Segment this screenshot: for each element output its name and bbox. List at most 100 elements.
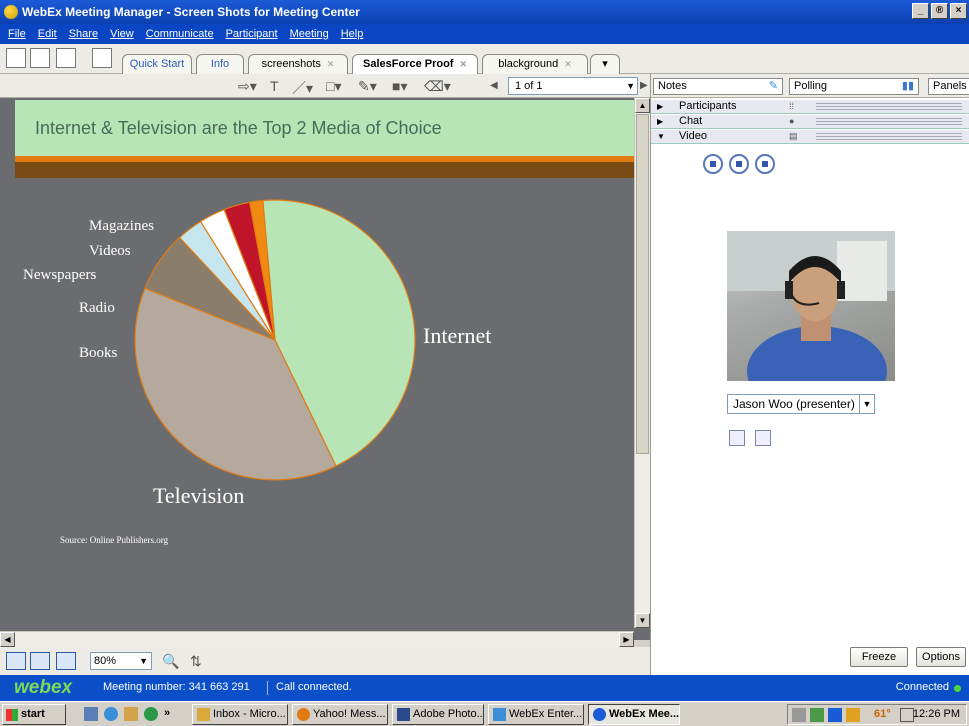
menu-share[interactable]: Share xyxy=(69,28,98,40)
notes-label: Notes xyxy=(658,80,687,92)
tab-screenshots[interactable]: screenshots ✕ xyxy=(248,54,348,74)
media-player-icon[interactable] xyxy=(144,707,158,721)
messenger-tray-icon[interactable] xyxy=(846,708,860,722)
taskbar-item-webex-enterprise[interactable]: WebEx Enter... xyxy=(488,704,584,725)
video-pause-icon[interactable] xyxy=(729,154,749,174)
tab-quick-start[interactable]: Quick Start xyxy=(122,54,192,74)
rectangle-tool-icon[interactable]: □▾ xyxy=(326,78,341,95)
new-document-icon[interactable] xyxy=(6,48,26,68)
next-page-icon[interactable]: ▶ xyxy=(640,80,648,91)
pop-out-video-icon[interactable] xyxy=(755,430,771,446)
menu-help[interactable]: Help xyxy=(341,28,364,40)
tab-label: blackground xyxy=(498,58,559,70)
expand-icon: ▶ xyxy=(657,117,664,126)
panel-row-participants[interactable]: ▶ Participants ⁞⁞ xyxy=(651,100,969,114)
panel-row-video[interactable]: ▼ Video ▤ xyxy=(651,130,969,144)
panels-menu[interactable]: Panels xyxy=(928,78,969,95)
split-view-icon[interactable] xyxy=(56,652,76,670)
options-button[interactable]: Options xyxy=(916,647,966,667)
tab-info[interactable]: Info xyxy=(196,54,244,74)
menu-edit[interactable]: Edit xyxy=(38,28,57,40)
tab-blackground[interactable]: blackground ✕ xyxy=(482,54,588,74)
outlook-icon xyxy=(197,708,210,721)
polling-button[interactable]: Polling ▮▮ xyxy=(789,78,919,95)
status-divider xyxy=(267,681,268,695)
meeting-number: Meeting number: 341 663 291 xyxy=(103,681,250,693)
mail-icon[interactable] xyxy=(900,708,914,722)
taskbar-item-yahoo-messenger[interactable]: Yahoo! Mess... xyxy=(292,704,388,725)
eraser-icon[interactable]: ⌫▾ xyxy=(424,78,451,95)
taskbar-item-webex-meeting[interactable]: WebEx Mee... xyxy=(588,704,680,725)
full-view-icon[interactable] xyxy=(6,652,26,670)
document-toolbar: Quick Start Info screenshots ✕ SalesForce… xyxy=(0,44,969,74)
zoom-icon[interactable]: 🔍 xyxy=(162,653,179,670)
window-controls: _ ® × xyxy=(912,3,967,19)
horizontal-scrollbar[interactable]: ◀ ▶ xyxy=(0,631,634,647)
pointer-icon[interactable]: ⇨▾ xyxy=(238,78,257,95)
new-whiteboard-icon[interactable] xyxy=(30,48,50,68)
chevron-down-icon: ▾ xyxy=(602,58,608,70)
vertical-scrollbar[interactable]: ▲ ▼ xyxy=(634,98,650,628)
outlook-icon[interactable] xyxy=(124,707,138,721)
menu-meeting[interactable]: Meeting xyxy=(290,28,329,40)
share-window-icon[interactable] xyxy=(56,48,76,68)
scroll-left-icon[interactable]: ◀ xyxy=(0,632,15,647)
sync-display-icon[interactable]: ⇅ xyxy=(190,653,202,670)
page-indicator: 1 of 1 xyxy=(515,80,543,92)
taskbar-item-inbox[interactable]: Inbox - Micro... xyxy=(192,704,288,725)
video-stop-icon[interactable] xyxy=(755,154,775,174)
start-button[interactable]: start xyxy=(2,704,66,725)
menu-communicate[interactable]: Communicate xyxy=(146,28,214,40)
close-button[interactable]: × xyxy=(950,3,967,19)
quicklaunch-more-icon[interactable]: » xyxy=(164,707,178,721)
tab-close-icon[interactable]: ✕ xyxy=(459,59,467,69)
annotation-toolbar: ⇨▾ T ／▾ □▾ ✎▾ ■▾ ⌫▾ ◀ 1 of 1 ▼ ▶ xyxy=(0,74,650,98)
panel-row-chat[interactable]: ▶ Chat ● xyxy=(651,115,969,129)
chat-icon: ● xyxy=(789,116,795,126)
tab-close-icon[interactable]: ✕ xyxy=(564,59,572,69)
tab-salesforce-proof[interactable]: SalesForce Proof ✕ xyxy=(352,54,478,74)
volume-icon[interactable] xyxy=(792,708,806,722)
highlighter-icon[interactable]: ✎▾ xyxy=(358,78,377,95)
video-grid-icon[interactable] xyxy=(703,154,723,174)
scroll-down-icon[interactable]: ▼ xyxy=(635,613,650,628)
text-tool-icon[interactable]: T xyxy=(270,78,279,94)
internet-explorer-icon[interactable] xyxy=(104,707,118,721)
fullscreen-video-icon[interactable] xyxy=(729,430,745,446)
edit-icon[interactable] xyxy=(92,48,112,68)
notes-icon: ✎ xyxy=(768,80,778,92)
zoom-select[interactable]: 80% ▼ xyxy=(90,652,152,670)
taskbar-item-photoshop[interactable]: Adobe Photo... xyxy=(392,704,484,725)
restore-button[interactable]: ® xyxy=(931,3,948,19)
menu-participant[interactable]: Participant xyxy=(226,28,278,40)
windows-logo-icon xyxy=(6,709,18,721)
tray-app-icon[interactable] xyxy=(828,708,842,722)
menu-view[interactable]: View xyxy=(110,28,134,40)
panel-header: Notes ✎ Polling ▮▮ Panels xyxy=(651,74,969,98)
thumbnail-view-icon[interactable] xyxy=(30,652,50,670)
tab-label: Quick Start xyxy=(129,58,185,70)
scroll-right-icon[interactable]: ▶ xyxy=(619,632,634,647)
menu-file[interactable]: File xyxy=(8,28,26,40)
color-picker-icon[interactable]: ■▾ xyxy=(392,78,407,95)
webex-icon xyxy=(593,708,606,721)
scroll-up-icon[interactable]: ▲ xyxy=(635,98,650,113)
scroll-thumb[interactable] xyxy=(636,114,649,454)
network-icon[interactable] xyxy=(810,708,824,722)
title-bar: WebEx Meeting Manager - Screen Shots for… xyxy=(0,0,969,24)
minimize-button[interactable]: _ xyxy=(912,3,929,19)
presenter-video-frame xyxy=(727,231,895,381)
show-desktop-icon[interactable] xyxy=(84,707,98,721)
taskbar-item-label: WebEx Enter... xyxy=(509,708,583,720)
freeze-button[interactable]: Freeze xyxy=(850,647,908,667)
page-selector[interactable]: 1 of 1 ▼ xyxy=(508,77,638,95)
tab-overflow-menu[interactable]: ▾ xyxy=(590,54,620,74)
line-tool-icon[interactable]: ／▾ xyxy=(292,78,313,98)
previous-page-icon[interactable]: ◀ xyxy=(490,80,498,91)
presenter-name: Jason Woo (presenter) xyxy=(733,397,855,411)
status-bar: webex Meeting number: 341 663 291 Call c… xyxy=(0,675,969,701)
tab-close-icon[interactable]: ✕ xyxy=(327,59,335,69)
presenter-select[interactable]: Jason Woo (presenter) ▼ xyxy=(727,394,875,414)
notes-button[interactable]: Notes ✎ xyxy=(653,78,783,95)
collapse-icon: ▼ xyxy=(657,132,665,141)
